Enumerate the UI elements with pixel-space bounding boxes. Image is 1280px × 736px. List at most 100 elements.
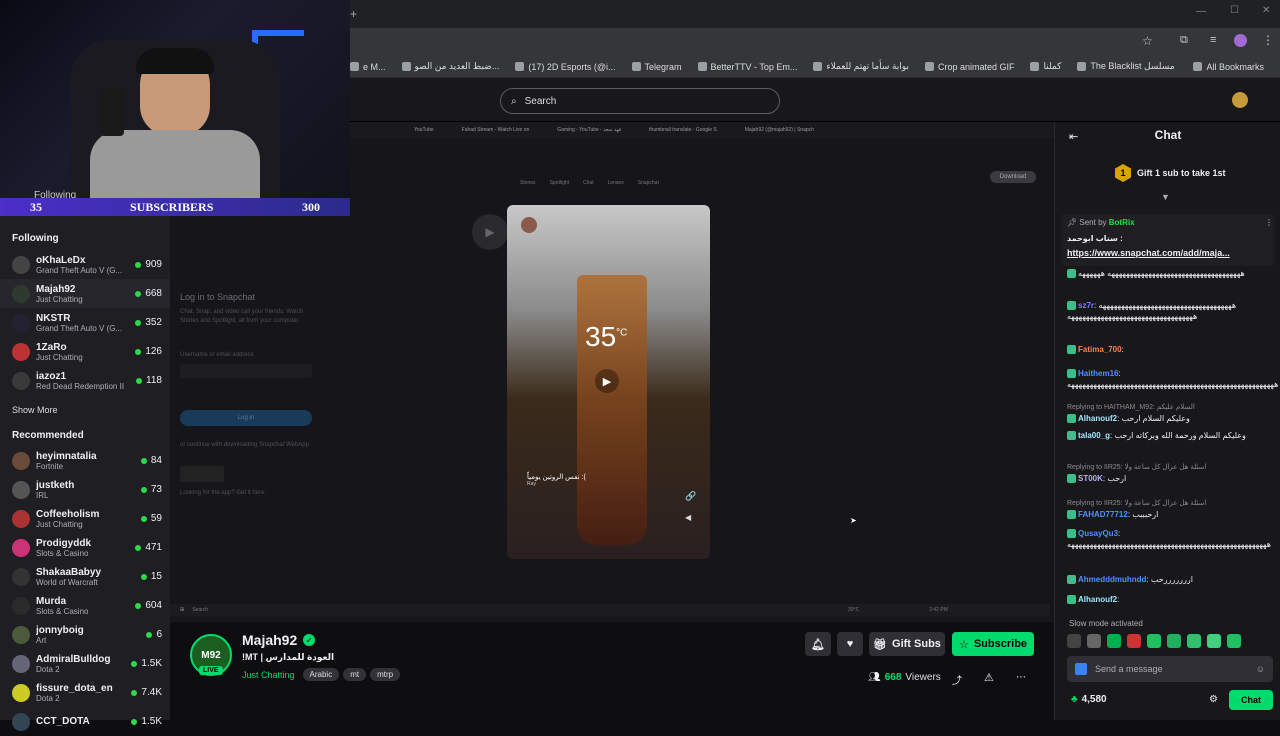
bttv-icon xyxy=(697,62,707,71)
player-tab: thumbnail translate - Google S xyxy=(649,127,717,133)
emote-picker-icon[interactable]: ☺ xyxy=(1256,664,1265,674)
show-more-link[interactable]: Show More xyxy=(12,405,58,415)
live-dot-icon xyxy=(135,261,142,268)
emote-icon[interactable] xyxy=(1107,634,1121,648)
sidebar-channel[interactable]: fissure_dota_en Dota 2 7.4K xyxy=(0,678,170,707)
expand-leaderboard-icon[interactable]: ▼ xyxy=(1161,192,1170,202)
bookmark-item[interactable]: بوابة سأما تهتم للعملاء xyxy=(813,61,909,72)
emote-icon[interactable] xyxy=(1167,634,1181,648)
emote-icon[interactable] xyxy=(1227,634,1241,648)
profile-avatar[interactable] xyxy=(1234,34,1247,47)
sidebar-channel[interactable]: Prodigyddk Slots & Casino 471 xyxy=(0,533,170,562)
snap-nav-item: Snapchat xyxy=(637,180,659,186)
pinned-header: 📌︎ Sent by BotRix xyxy=(1067,218,1135,227)
bookmark-item[interactable]: All Bookmarks xyxy=(1193,62,1264,72)
kebab-menu-icon[interactable]: ⋮ xyxy=(1262,33,1274,47)
notification-bell-icon[interactable]: 🔔︎ xyxy=(805,632,831,656)
stream-title: !MT | العودة للمدارس xyxy=(242,652,335,662)
sidebar-channel[interactable]: heyimnatalia Fortnite 84 xyxy=(0,446,170,475)
microsoft-store-badge[interactable] xyxy=(180,466,224,482)
emote-icon[interactable] xyxy=(1187,634,1201,648)
bookmark-item[interactable]: e M... xyxy=(350,62,386,72)
link-icon[interactable]: 🔗 xyxy=(685,491,696,502)
emote-icon[interactable] xyxy=(1207,634,1221,648)
star-icon[interactable]: ☆ xyxy=(1142,34,1153,48)
emote-icon[interactable] xyxy=(1127,634,1141,648)
maximize-icon[interactable]: ☐ xyxy=(1230,5,1239,16)
more-options-icon[interactable]: ⋯ xyxy=(1016,672,1026,683)
snap-login-button[interactable]: Log in xyxy=(180,410,312,426)
snap-prev-icon[interactable]: ▶ xyxy=(472,214,508,250)
snap-alt-text: or continue with downloading Snapchat We… xyxy=(180,442,309,448)
sidebar-channel[interactable]: AdmiralBulldog Dota 2 1.5K xyxy=(0,649,170,678)
gift-subs-button[interactable]: 🎁︎ Gift Subs xyxy=(869,632,945,656)
verified-icon: ✓ xyxy=(303,634,316,646)
chat-message: QusayQu3: هههههههههههههههههههههههههههههه… xyxy=(1067,529,1271,549)
subscribe-button[interactable]: ☆ Subscribe xyxy=(952,632,1034,656)
chat-settings-icon[interactable]: ⚙ xyxy=(1209,694,1218,705)
screen-taskbar: ⊞ Search 39°C 2:42 PM xyxy=(170,604,1050,616)
sidebar-channel[interactable]: Majah92 Just Chatting 668 xyxy=(0,279,170,308)
live-dot-icon xyxy=(131,660,138,667)
volume-icon[interactable]: ◀ xyxy=(685,513,691,522)
snap-nav-item: Stories xyxy=(520,180,536,186)
stream-tag[interactable]: Arabic xyxy=(302,668,340,681)
emote-icon[interactable] xyxy=(1067,634,1081,648)
snap-nav-item: Lenses xyxy=(607,180,624,186)
snap-login-desc: Chat, Snap, and video call your friends.… xyxy=(180,309,304,324)
chat-send-button[interactable]: Chat xyxy=(1229,690,1273,710)
bookmark-item[interactable]: (17) 2D Esports (@i... xyxy=(515,62,616,72)
snap-story-card[interactable]: 35°C ▶ نفس الروتين يومياً :( Ray 🔗 ◀ xyxy=(507,205,710,559)
sidebar-channel[interactable]: oKhaLeDx Grand Theft Auto V (G... 909 xyxy=(0,250,170,279)
bookmark-item[interactable]: Crop animated GIF xyxy=(924,62,1014,72)
pinned-more-icon[interactable]: ⋮ xyxy=(1265,218,1273,227)
new-tab-icon[interactable]: + xyxy=(350,7,357,21)
bookmark-item[interactable]: كملنا xyxy=(1030,61,1061,72)
chat-input[interactable]: Send a message ☺ xyxy=(1067,656,1273,682)
play-icon[interactable]: ▶ xyxy=(595,369,619,393)
sidebar: Following oKhaLeDx Grand Theft Auto V (G.… xyxy=(0,216,170,731)
report-icon[interactable]: ⚠ xyxy=(984,671,994,684)
snap-login-panel: Log in to Snapchat Chat, Snap, and video… xyxy=(170,180,330,600)
recommended-heading: Recommended xyxy=(12,430,84,441)
media-icon[interactable]: ≡ xyxy=(1210,34,1216,46)
search-icon: ⌕ xyxy=(511,95,517,107)
sidebar-channel[interactable]: 1ZaRo Just Chatting 126 xyxy=(0,337,170,366)
snap-nav-item: Spotlight xyxy=(549,180,570,186)
points-icon[interactable]: ♣ xyxy=(1071,694,1078,705)
pinned-link[interactable]: https://www.snapchat.com/add/maja... xyxy=(1067,248,1230,258)
bookmark-item[interactable]: BetterTTV - Top Em... xyxy=(697,62,797,72)
channel-avatar xyxy=(12,451,30,470)
stream-tag[interactable]: mt xyxy=(343,668,367,681)
stream-meta: Just Chatting Arabic mt mtrp xyxy=(242,668,404,681)
bookmark-item[interactable]: ضبط العديد من الصو... xyxy=(401,61,499,72)
sidebar-channel[interactable]: NKSTR Grand Theft Auto V (G... 352 xyxy=(0,308,170,337)
snap-nav: Stories Spotlight Chat Lenses Snapchat xyxy=(520,166,700,190)
close-icon[interactable]: ✕ xyxy=(1262,5,1270,16)
snap-download-button[interactable]: Download xyxy=(990,171,1036,183)
channel-avatar xyxy=(12,509,30,528)
minimize-icon[interactable]: — xyxy=(1196,6,1206,17)
bookmark-item[interactable]: Telegram xyxy=(631,62,682,72)
sidebar-channel[interactable]: iazoz1 Red Dead Redemption II 118 xyxy=(0,366,170,395)
sidebar-channel[interactable]: Murda Slots & Casino 604 xyxy=(0,591,170,620)
sidebar-channel[interactable]: ShakaaBabyy World of Warcraft 15 xyxy=(0,562,170,591)
emote-icon[interactable] xyxy=(1087,634,1101,648)
user-avatar[interactable] xyxy=(1232,92,1248,108)
bookmark-item[interactable]: The Blacklist مسلسل xyxy=(1077,61,1175,72)
stream-tag[interactable]: mtrp xyxy=(370,668,401,681)
mouse-cursor-icon: ➤ xyxy=(850,516,857,525)
search-input[interactable]: ⌕ Search xyxy=(500,88,780,114)
sidebar-channel[interactable]: Coffeeholism Just Chatting 59 xyxy=(0,504,170,533)
extensions-icon[interactable]: ⧉ xyxy=(1180,34,1188,47)
share-icon[interactable]: ⤴ xyxy=(952,672,962,687)
sidebar-channel[interactable]: jonnyboig Art 6 xyxy=(0,620,170,649)
snap-username-field[interactable] xyxy=(180,364,312,378)
browser-address-bar[interactable]: ☆ ⧉ ≡ ⋮ xyxy=(350,28,1280,56)
live-dot-icon xyxy=(146,631,153,638)
follow-heart-icon[interactable]: ♥ xyxy=(837,632,863,656)
sidebar-channel[interactable]: CCT_DOTA 1.5K xyxy=(0,707,170,736)
emote-icon[interactable] xyxy=(1147,634,1161,648)
sidebar-channel[interactable]: justketh IRL 73 xyxy=(0,475,170,504)
category-link[interactable]: Just Chatting xyxy=(242,670,295,680)
